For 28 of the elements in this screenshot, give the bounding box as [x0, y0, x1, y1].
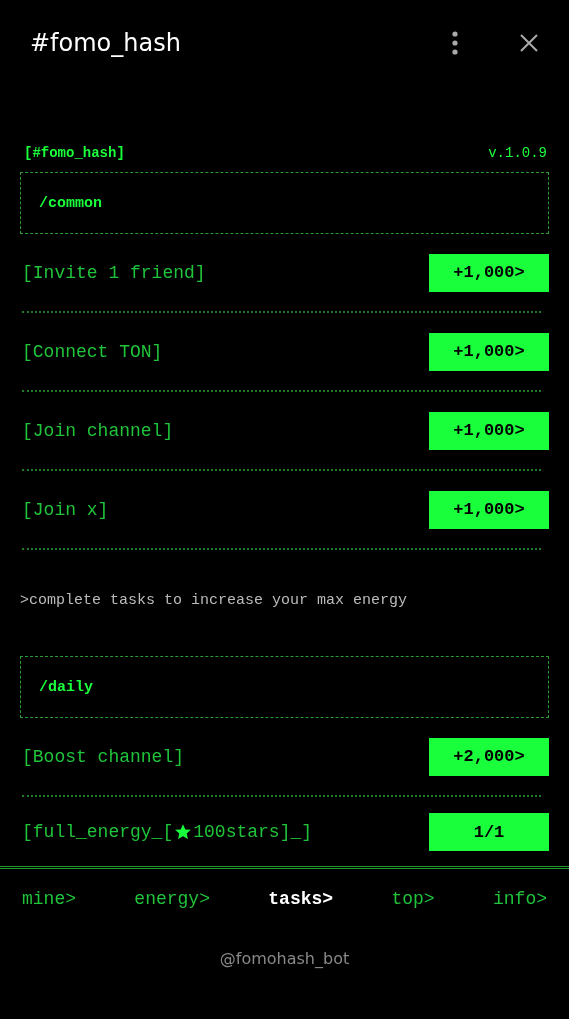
task-label-suffix: 100stars]_]: [193, 822, 313, 842]
hint-text: >complete tasks to increase your max energy: [20, 590, 409, 611]
nav-tab[interactable]: energy>: [134, 889, 210, 913]
window-title: #fomo_hash: [30, 28, 181, 57]
reward-button[interactable]: +1,000>: [429, 490, 549, 529]
reward-button[interactable]: +1,000>: [429, 253, 549, 292]
task-label: [Join x]: [22, 499, 109, 520]
task-label: [Invite 1 friend]: [22, 262, 206, 283]
task-label: [Boost channel]: [22, 746, 185, 767]
nav-tab[interactable]: top>: [391, 889, 435, 913]
task-label: [Connect TON]: [22, 341, 163, 362]
bot-handle: @fomohash_bot: [219, 949, 350, 968]
star-icon: [174, 823, 193, 841]
task-label: [full_energy_[: [22, 822, 174, 842]
version-label: v.1.0.9: [488, 145, 547, 161]
more-icon[interactable]: [451, 30, 459, 55]
nav-tab[interactable]: tasks>: [268, 889, 334, 913]
close-icon[interactable]: [519, 32, 539, 53]
reward-button[interactable]: +1,000>: [429, 332, 549, 371]
nav-tab[interactable]: mine>: [22, 889, 76, 913]
reward-button[interactable]: 1/1: [429, 813, 549, 851]
task-label: [Join channel]: [22, 420, 174, 441]
section-title: /common: [39, 194, 102, 212]
app-brand: [#fomo_hash]: [24, 145, 125, 161]
section-title: /daily: [39, 678, 93, 696]
nav-tab[interactable]: info>: [493, 889, 547, 913]
reward-button[interactable]: +2,000>: [429, 737, 549, 776]
reward-button[interactable]: +1,000>: [429, 411, 549, 450]
